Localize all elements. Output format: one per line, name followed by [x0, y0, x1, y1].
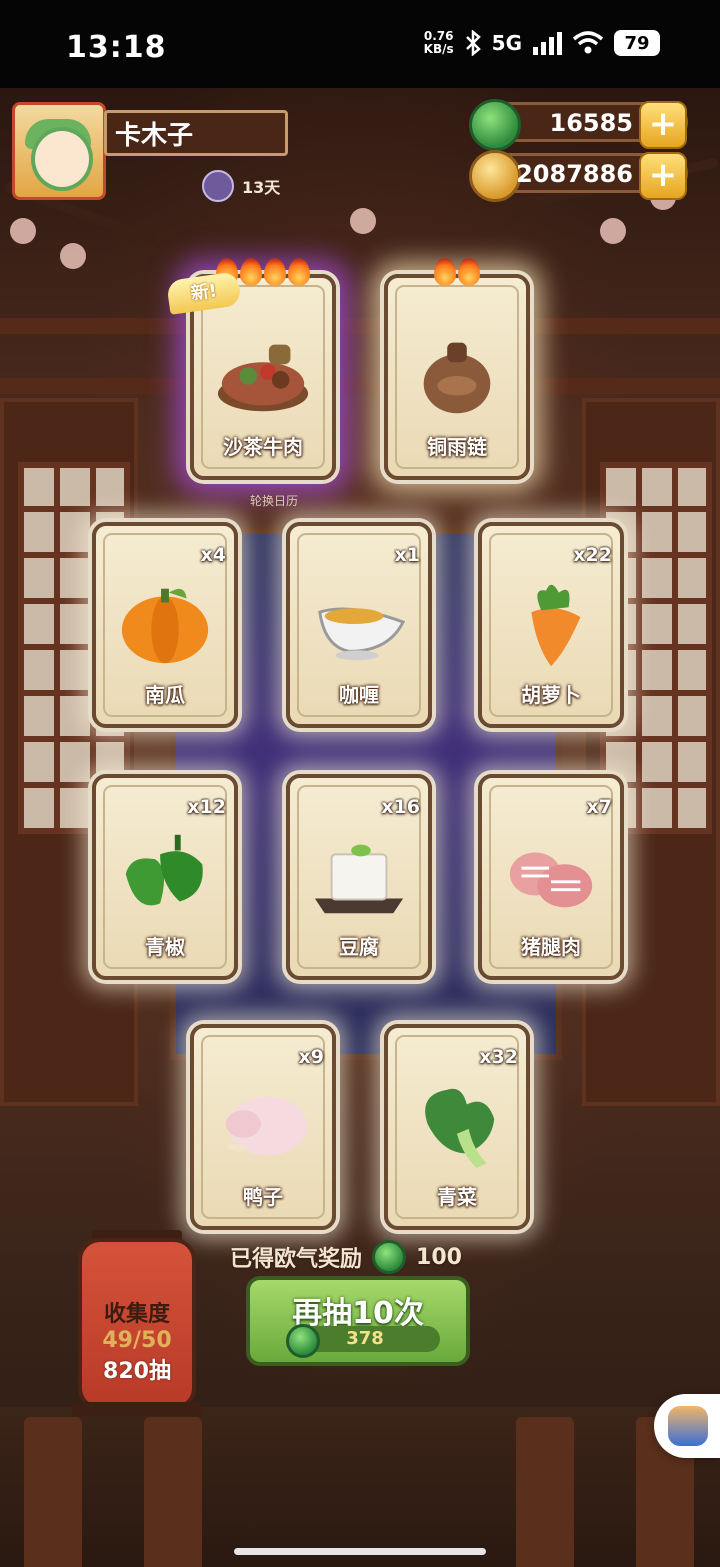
days-count: 13天	[242, 178, 281, 197]
flame-icon	[434, 258, 456, 286]
card-count: x32	[479, 1046, 518, 1068]
duck-icon	[225, 1096, 308, 1156]
jade-coin-icon	[469, 99, 521, 151]
blossom	[60, 243, 86, 269]
draw-again-button[interactable]: 再抽10次 378	[246, 1276, 470, 1366]
card-label: 胡萝卜	[521, 683, 581, 707]
status-time: 13:18	[66, 30, 167, 65]
tofu-icon	[314, 844, 404, 914]
card-label: 南瓜	[145, 683, 185, 707]
carrot-icon	[531, 584, 581, 667]
card-green-pepper[interactable]: x12 青椒	[92, 774, 238, 980]
card-label: 沙茶牛肉	[223, 435, 303, 459]
player-avatar[interactable]	[12, 102, 106, 200]
card-label: 铜雨链	[427, 435, 487, 459]
draw-cost-value: 378	[346, 1328, 384, 1349]
collection-title: 收集度	[103, 1302, 170, 1327]
status-bar: 13:18 0.76 KB/s 5G 79	[0, 0, 720, 88]
curry-sauce-icon	[318, 607, 406, 661]
railing-post	[24, 1417, 82, 1567]
pork-leg-icon	[509, 852, 593, 908]
lantern-base	[72, 1402, 202, 1416]
collection-lantern[interactable]: 收集度 49/50 820抽	[78, 1238, 196, 1410]
player-name: 卡木子	[104, 110, 288, 156]
card-label: 青椒	[145, 935, 185, 959]
status-icons: 0.76 KB/s 5G 79	[424, 30, 660, 56]
card-featured-item[interactable]: 铜雨链	[384, 258, 530, 480]
card-label: 咖喱	[339, 683, 379, 707]
card-count: x7	[586, 796, 612, 818]
jade-amount: 16585	[549, 109, 634, 137]
signal-icon	[533, 32, 562, 55]
bowl-dish-icon	[217, 344, 309, 412]
card-pork-leg[interactable]: x7 猪腿肉	[478, 774, 624, 980]
card-label: 鸭子	[243, 1185, 283, 1209]
card-bok-choy[interactable]: x32 青菜	[384, 1024, 530, 1230]
card-count: x12	[187, 796, 226, 818]
jade-currency: 16585 +	[469, 99, 688, 151]
bluetooth-icon	[465, 30, 481, 56]
railing-post	[144, 1417, 202, 1567]
draw-cost: 378	[286, 1324, 440, 1358]
card-count: x1	[394, 544, 420, 566]
wifi-icon	[572, 31, 604, 54]
blossom	[600, 218, 626, 244]
card-label: 豆腐	[339, 935, 379, 959]
card-label: 猪腿肉	[521, 935, 581, 959]
card-count: x4	[200, 544, 226, 566]
add-jade-button[interactable]: +	[639, 101, 687, 149]
card-count: x16	[381, 796, 420, 818]
assistant-icon	[668, 1406, 708, 1446]
card-featured-dish[interactable]: 新! 沙茶牛肉	[165, 258, 336, 480]
card-tofu[interactable]: x16 豆腐	[286, 774, 432, 980]
card-carrot[interactable]: x22 胡萝卜	[478, 522, 624, 728]
jade-coin-icon	[372, 1240, 407, 1274]
luck-reward: 已得欧气奖励 100	[230, 1240, 462, 1274]
gold-amount: 2087886	[516, 160, 633, 188]
network-type: 5G	[491, 31, 522, 55]
flame-icon	[240, 258, 262, 286]
net-speed: 0.76 KB/s	[424, 30, 454, 56]
right-wall	[582, 398, 720, 1106]
flame-icon	[264, 258, 286, 286]
blossom	[350, 208, 376, 234]
floating-assistant-button[interactable]	[654, 1394, 720, 1458]
blossom	[10, 218, 36, 244]
rotation-calendar-link[interactable]: 轮换日历	[250, 492, 298, 509]
net-speed-unit: KB/s	[423, 42, 454, 56]
home-indicator[interactable]	[234, 1548, 486, 1555]
pumpkin-icon	[121, 588, 209, 664]
roof-beam	[0, 318, 720, 334]
card-label: 青菜	[437, 1185, 477, 1209]
card-count: x22	[573, 544, 612, 566]
companion-days[interactable]: 13天	[202, 170, 280, 202]
gold-currency: 2087886 +	[469, 150, 688, 202]
green-pepper-icon	[125, 834, 203, 906]
floor	[0, 1407, 720, 1567]
card-count: x9	[298, 1046, 324, 1068]
rarity-flames	[388, 258, 526, 286]
jade-coin-icon	[286, 1324, 320, 1358]
left-wall	[0, 398, 138, 1106]
card-pumpkin[interactable]: x4 南瓜	[92, 522, 238, 728]
flame-icon	[288, 258, 310, 286]
avatar-face	[31, 127, 93, 191]
card-duck[interactable]: x9 鸭子	[190, 1024, 336, 1230]
collection-progress: 49/50	[102, 1328, 172, 1353]
companion-avatar	[202, 170, 234, 202]
reward-amount: 100	[416, 1244, 462, 1270]
gold-coin-icon	[469, 150, 521, 202]
bok-choy-icon	[425, 1088, 495, 1169]
card-curry[interactable]: x1 咖喱	[286, 522, 432, 728]
roof-beam	[0, 378, 720, 394]
flame-icon	[458, 258, 480, 286]
battery-indicator: 79	[614, 30, 660, 56]
bronze-bell-icon	[423, 342, 491, 414]
add-gold-button[interactable]: +	[639, 152, 687, 200]
railing-post	[516, 1417, 574, 1567]
collection-draws: 820抽	[103, 1359, 171, 1384]
reward-text: 已得欧气奖励	[230, 1247, 363, 1272]
